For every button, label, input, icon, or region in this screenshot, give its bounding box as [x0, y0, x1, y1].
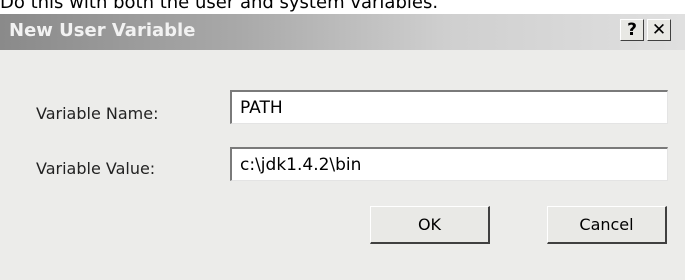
variable-value-label: Variable Value:: [36, 159, 156, 178]
help-button[interactable]: ?: [620, 19, 644, 41]
new-user-variable-dialog: New User Variable ? ✕ Variable Name: Var…: [0, 14, 685, 280]
variable-name-input[interactable]: [230, 90, 668, 124]
variable-value-input[interactable]: [230, 147, 668, 181]
dialog-title: New User Variable: [9, 20, 196, 41]
close-button[interactable]: ✕: [647, 19, 671, 41]
close-icon: ✕: [651, 20, 667, 40]
intro-text: Do this with both the user and system va…: [0, 0, 439, 13]
variable-name-label: Variable Name:: [36, 104, 159, 123]
ok-button[interactable]: OK: [370, 206, 490, 244]
cancel-button[interactable]: Cancel: [547, 206, 667, 244]
help-icon: ?: [627, 20, 637, 40]
title-bar[interactable]: New User Variable ? ✕: [0, 14, 685, 50]
